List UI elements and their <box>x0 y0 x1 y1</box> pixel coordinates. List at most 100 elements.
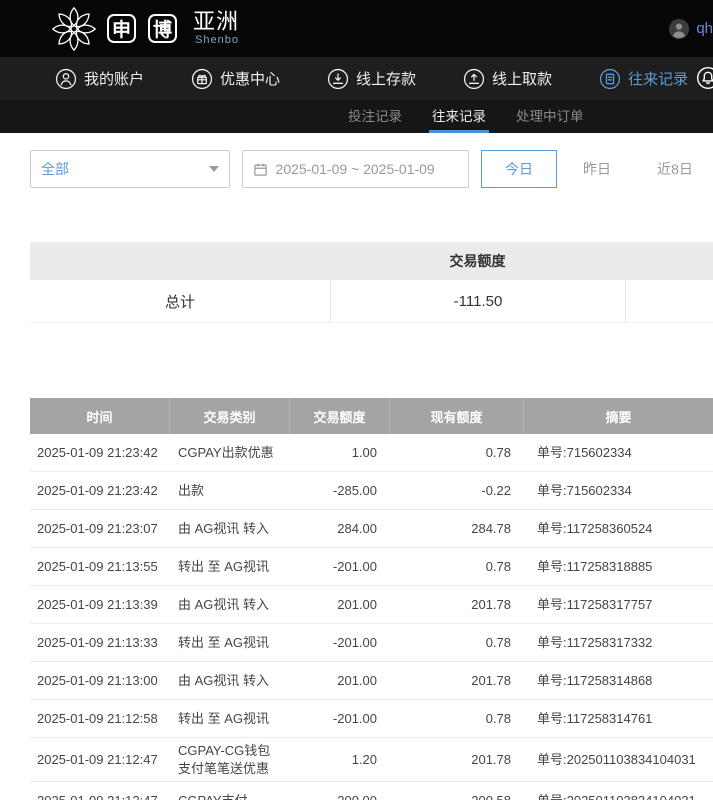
nav-item-label: 优惠中心 <box>220 68 280 89</box>
records-icon <box>599 68 621 90</box>
date-range-value: 2025-01-09 ~ 2025-01-09 <box>276 161 435 177</box>
category-select[interactable]: 全部 <box>30 150 230 188</box>
records-table-body: 2025-01-09 21:23:42CGPAY出款优惠1.000.78单号:7… <box>30 434 713 800</box>
column-header: 时间 <box>30 398 170 434</box>
cell-time: 2025-01-09 21:23:42 <box>30 472 170 509</box>
cell-type: CGPAY支付 <box>170 782 290 800</box>
user-account-menu[interactable]: qh <box>668 18 713 40</box>
cell-type: 转出 至 AG视讯 <box>170 548 290 585</box>
records-table-header: 时间交易类别交易额度现有额度摘要 <box>30 398 713 434</box>
cell-balance: 0.78 <box>390 548 524 585</box>
cell-amount: 201.00 <box>290 662 390 699</box>
cell-note: 单号:117258314761 <box>524 700 713 737</box>
column-header: 交易类别 <box>170 398 290 434</box>
nav-item-label: 往来记录 <box>628 68 688 89</box>
table-row: 2025-01-09 21:13:00由 AG视讯 转入201.00201.78… <box>30 662 713 700</box>
summary-total-row: 总计 -111.50 <box>30 280 713 323</box>
main-nav: 我的账户 优惠中心 线上存款 线上取款 往来记录 <box>0 57 713 100</box>
cell-amount: 201.00 <box>290 586 390 623</box>
nav-item-label: 线上取款 <box>492 68 552 89</box>
brand-region: 亚洲 Shenbo <box>193 11 239 46</box>
gift-icon <box>191 68 213 90</box>
cell-amount: -201.00 <box>290 624 390 661</box>
calendar-icon <box>253 162 268 177</box>
cell-balance: 284.78 <box>390 510 524 547</box>
avatar-icon <box>668 18 690 40</box>
summary-total-blank <box>625 280 713 322</box>
table-row: 2025-01-09 21:23:42CGPAY出款优惠1.000.78单号:7… <box>30 434 713 472</box>
cell-note: 单号:117258314868 <box>524 662 713 699</box>
date-range-input[interactable]: 2025-01-09 ~ 2025-01-09 <box>242 150 469 188</box>
topbar: 申 博 亚洲 Shenbo qh <box>0 0 713 57</box>
cell-note: 单号:715602334 <box>524 434 713 471</box>
records-table: 时间交易类别交易额度现有额度摘要 2025-01-09 21:23:42CGPA… <box>30 398 713 800</box>
main-nav-items: 我的账户 优惠中心 线上存款 线上取款 往来记录 <box>55 68 713 90</box>
quick-button[interactable]: 近8日 <box>637 150 713 188</box>
nav-item-gift[interactable]: 优惠中心 <box>191 68 280 90</box>
cell-type: CGPAY-CG钱包支付笔笔送优惠 <box>170 738 290 781</box>
filter-bar: 全部 2025-01-09 ~ 2025-01-09 今日昨日近8日 <box>0 133 713 215</box>
cell-time: 2025-01-09 21:23:42 <box>30 434 170 471</box>
cell-balance: -0.22 <box>390 472 524 509</box>
nav-item-label: 我的账户 <box>84 68 144 89</box>
brand-char-bo: 博 <box>148 14 177 43</box>
cell-amount: 1.20 <box>290 738 390 781</box>
quick-date-buttons: 今日昨日近8日 <box>481 150 713 188</box>
tab-active[interactable]: 往来记录 <box>429 100 489 133</box>
cell-note: 单号:117258317757 <box>524 586 713 623</box>
summary-header-row: 交易额度 <box>30 242 713 280</box>
cell-balance: 0.78 <box>390 700 524 737</box>
cell-balance: 0.78 <box>390 624 524 661</box>
nav-item-withdraw[interactable]: 线上取款 <box>463 68 552 90</box>
quick-button[interactable]: 今日 <box>481 150 557 188</box>
table-row: 2025-01-09 21:12:47CGPAY支付200.00200.58单号… <box>30 782 713 800</box>
cell-type: CGPAY出款优惠 <box>170 434 290 471</box>
cell-balance: 200.58 <box>390 782 524 800</box>
cell-time: 2025-01-09 21:13:39 <box>30 586 170 623</box>
bell-icon[interactable] <box>696 66 713 90</box>
cell-amount: 200.00 <box>290 782 390 800</box>
brand-logo: 申 博 亚洲 Shenbo <box>50 5 239 53</box>
category-select-value: 全部 <box>41 159 69 179</box>
cell-time: 2025-01-09 21:13:55 <box>30 548 170 585</box>
cell-type: 转出 至 AG视讯 <box>170 700 290 737</box>
column-header: 交易额度 <box>290 398 390 434</box>
quick-button[interactable]: 昨日 <box>559 150 635 188</box>
lotus-logo-icon <box>50 5 98 53</box>
column-header: 现有额度 <box>390 398 524 434</box>
record-tabs: 投注记录往来记录处理中订单 <box>0 100 713 133</box>
cell-balance: 201.78 <box>390 738 524 781</box>
cell-balance: 201.78 <box>390 586 524 623</box>
cell-amount: -201.00 <box>290 548 390 585</box>
table-row: 2025-01-09 21:12:47CGPAY-CG钱包支付笔笔送优惠1.20… <box>30 738 713 782</box>
tab-inactive[interactable]: 处理中订单 <box>513 100 587 133</box>
deposit-icon <box>327 68 349 90</box>
cell-note: 单号:117258318885 <box>524 548 713 585</box>
user-icon <box>55 68 77 90</box>
summary-table: 交易额度 总计 -111.50 <box>30 242 713 323</box>
nav-item-deposit[interactable]: 线上存款 <box>327 68 416 90</box>
brand-subtitle: Shenbo <box>193 35 239 46</box>
table-row: 2025-01-09 21:13:33转出 至 AG视讯-201.000.78单… <box>30 624 713 662</box>
cell-time: 2025-01-09 21:23:07 <box>30 510 170 547</box>
cell-type: 由 AG视讯 转入 <box>170 662 290 699</box>
cell-balance: 0.78 <box>390 434 524 471</box>
cell-time: 2025-01-09 21:12:58 <box>30 700 170 737</box>
table-row: 2025-01-09 21:13:55转出 至 AG视讯-201.000.78单… <box>30 548 713 586</box>
nav-item-user[interactable]: 我的账户 <box>55 68 144 90</box>
brand-region-cn: 亚洲 <box>193 11 239 33</box>
nav-item-records[interactable]: 往来记录 <box>599 68 688 90</box>
cell-note: 单号:117258317332 <box>524 624 713 661</box>
cell-time: 2025-01-09 21:12:47 <box>30 738 170 781</box>
column-header: 摘要 <box>524 398 713 434</box>
summary-header-amount: 交易额度 <box>330 242 625 280</box>
chevron-down-icon <box>209 166 219 172</box>
cell-amount: -285.00 <box>290 472 390 509</box>
table-row: 2025-01-09 21:13:39由 AG视讯 转入201.00201.78… <box>30 586 713 624</box>
cell-type: 由 AG视讯 转入 <box>170 510 290 547</box>
tab-inactive[interactable]: 投注记录 <box>345 100 405 133</box>
summary-total-label: 总计 <box>30 280 330 322</box>
summary-total-value: -111.50 <box>330 280 625 322</box>
cell-time: 2025-01-09 21:13:33 <box>30 624 170 661</box>
cell-amount: 1.00 <box>290 434 390 471</box>
